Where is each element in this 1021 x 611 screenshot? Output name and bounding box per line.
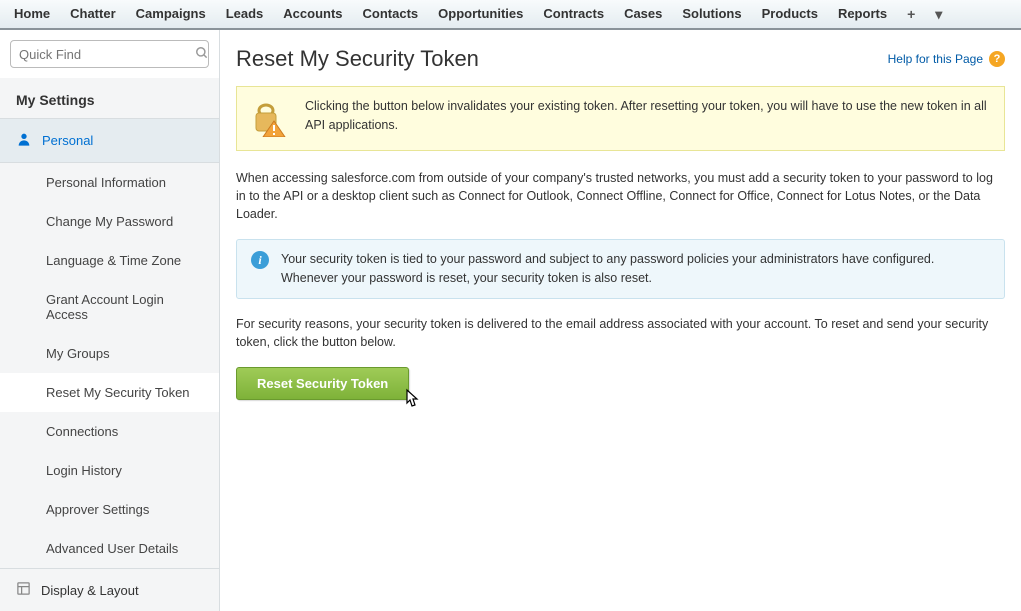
description-paragraph-1: When accessing salesforce.com from outsi… <box>236 169 1005 223</box>
main-content: Reset My Security Token Help for this Pa… <box>220 30 1021 611</box>
tab-contracts[interactable]: Contracts <box>533 0 614 29</box>
sidebar-category-display-layout-label: Display & Layout <box>41 583 139 598</box>
info-text: Your security token is tied to your pass… <box>281 250 990 288</box>
tab-products[interactable]: Products <box>752 0 828 29</box>
description-paragraph-2: For security reasons, your security toke… <box>236 315 1005 351</box>
info-icon: i <box>251 251 269 269</box>
sidebar-item-grant-login-access[interactable]: Grant Account Login Access <box>0 280 219 334</box>
tab-reports[interactable]: Reports <box>828 0 897 29</box>
sidebar-section-title: My Settings <box>0 78 219 118</box>
sidebar-category-personal[interactable]: Personal <box>0 118 219 163</box>
sidebar-item-connections[interactable]: Connections <box>0 412 219 451</box>
tab-opportunities[interactable]: Opportunities <box>428 0 533 29</box>
sidebar-category-display-layout[interactable]: Display & Layout <box>0 568 219 611</box>
quick-find-input[interactable] <box>19 47 195 62</box>
tab-campaigns[interactable]: Campaigns <box>126 0 216 29</box>
reset-security-token-button[interactable]: Reset Security Token <box>236 367 409 400</box>
sidebar-item-login-history[interactable]: Login History <box>0 451 219 490</box>
sidebar-item-reset-security-token[interactable]: Reset My Security Token <box>0 373 219 412</box>
tab-home[interactable]: Home <box>4 0 60 29</box>
sidebar-item-personal-information[interactable]: Personal Information <box>0 163 219 202</box>
help-icon: ? <box>989 51 1005 67</box>
tab-accounts[interactable]: Accounts <box>273 0 352 29</box>
info-box: i Your security token is tied to your pa… <box>236 239 1005 299</box>
sidebar: My Settings Personal Personal Informatio… <box>0 30 220 611</box>
person-icon <box>16 131 32 150</box>
quick-find-wrapper <box>10 40 209 68</box>
plus-icon: + <box>907 6 915 22</box>
help-link-label: Help for this Page <box>888 52 983 66</box>
lock-warning-icon <box>251 97 287 140</box>
search-icon <box>195 46 209 63</box>
caret-down-icon: ▾ <box>935 6 942 22</box>
sidebar-category-personal-label: Personal <box>42 133 93 148</box>
add-tab-button[interactable]: + <box>897 0 925 29</box>
layout-icon <box>16 581 31 599</box>
sidebar-item-language-timezone[interactable]: Language & Time Zone <box>0 241 219 280</box>
tab-contacts[interactable]: Contacts <box>353 0 429 29</box>
sidebar-item-approver-settings[interactable]: Approver Settings <box>0 490 219 529</box>
sidebar-item-my-groups[interactable]: My Groups <box>0 334 219 373</box>
warning-box: Clicking the button below invalidates yo… <box>236 86 1005 151</box>
tab-chatter[interactable]: Chatter <box>60 0 126 29</box>
sidebar-item-change-password[interactable]: Change My Password <box>0 202 219 241</box>
sidebar-personal-list: Personal Information Change My Password … <box>0 163 219 568</box>
page-title: Reset My Security Token <box>236 46 479 72</box>
tab-cases[interactable]: Cases <box>614 0 672 29</box>
tab-solutions[interactable]: Solutions <box>672 0 751 29</box>
tab-leads[interactable]: Leads <box>216 0 274 29</box>
help-link[interactable]: Help for this Page ? <box>888 51 1005 67</box>
tabs-menu-button[interactable]: ▾ <box>925 0 952 29</box>
top-nav: Home Chatter Campaigns Leads Accounts Co… <box>0 0 1021 30</box>
sidebar-item-advanced-user-details[interactable]: Advanced User Details <box>0 529 219 568</box>
warning-text: Clicking the button below invalidates yo… <box>305 97 990 135</box>
